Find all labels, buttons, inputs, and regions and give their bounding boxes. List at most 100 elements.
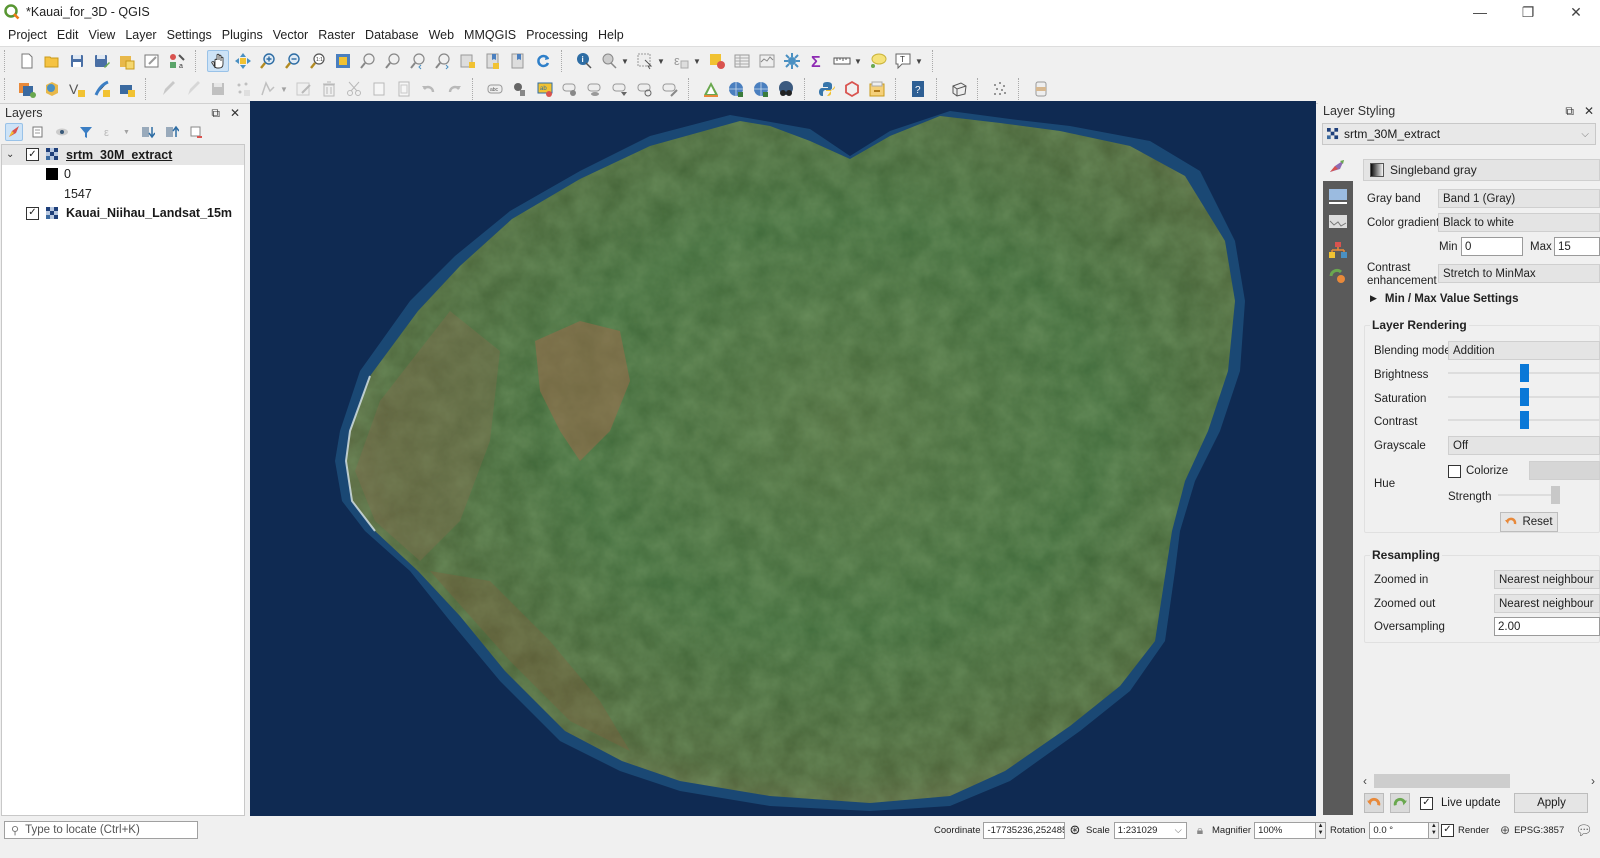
cut-features-icon[interactable] (343, 78, 365, 100)
python-console-icon[interactable] (816, 78, 838, 100)
colorize-checkbox[interactable] (1448, 465, 1461, 478)
zoomed-in-combo[interactable]: Nearest neighbour (1494, 570, 1600, 589)
new-print-layout-icon[interactable] (116, 50, 138, 72)
plugin-tool-icon[interactable] (1030, 78, 1052, 100)
menu-mmqgis[interactable]: MMQGIS (459, 28, 521, 42)
apply-button[interactable]: Apply (1514, 793, 1589, 813)
show-hide-labels-icon[interactable] (609, 78, 631, 100)
layer-labeling-icon[interactable] (509, 78, 531, 100)
toolbar-handle[interactable] (4, 78, 10, 100)
float-panel-icon[interactable]: ⧉ (211, 106, 220, 121)
zoom-native-icon[interactable]: 1:1 (307, 50, 329, 72)
run-action-dropdown-icon[interactable]: ▼ (621, 57, 629, 66)
zoom-to-layer-icon[interactable] (382, 50, 404, 72)
move-label-icon[interactable] (634, 78, 656, 100)
pan-to-selection-icon[interactable] (232, 50, 254, 72)
menu-project[interactable]: Project (3, 28, 52, 42)
manage-visibility-icon[interactable] (53, 123, 71, 141)
deselect-icon[interactable] (706, 50, 728, 72)
new-spatialite-layer-icon[interactable] (91, 78, 113, 100)
new-project-icon[interactable] (16, 50, 38, 72)
modify-attributes-icon[interactable] (293, 78, 315, 100)
map-tips-icon[interactable] (867, 50, 889, 72)
menu-edit[interactable]: Edit (52, 28, 84, 42)
georeferencer-icon[interactable] (700, 78, 722, 100)
oversampling-input[interactable]: 2.00 (1494, 617, 1600, 636)
undo-icon[interactable] (418, 78, 440, 100)
highlight-pinned-icon[interactable] (559, 78, 581, 100)
tab-histogram[interactable] (1327, 211, 1349, 233)
toggle-editing-icon[interactable] (182, 78, 204, 100)
show-bookmarks-icon[interactable] (507, 50, 529, 72)
layer-visibility-checkbox[interactable]: ✓ (26, 206, 39, 220)
minimize-button[interactable]: — (1456, 0, 1504, 24)
redo-style-button[interactable] (1390, 793, 1410, 813)
color-gradient-combo[interactable]: Black to white (1438, 213, 1600, 232)
max-input[interactable]: 15 (1554, 237, 1600, 256)
select-features-icon[interactable] (634, 50, 656, 72)
messages-button[interactable]: 💬︎ (1575, 821, 1593, 839)
strength-slider-handle[interactable] (1551, 486, 1560, 504)
menu-database[interactable]: Database (360, 28, 424, 42)
rotate-label-icon[interactable] (659, 78, 681, 100)
map-canvas[interactable] (250, 101, 1316, 816)
zoom-to-selection-icon[interactable] (357, 50, 379, 72)
new-shapefile-layer-icon[interactable]: V (66, 78, 88, 100)
zoom-next-icon[interactable] (432, 50, 454, 72)
float-panel-icon[interactable]: ⧉ (1565, 104, 1574, 119)
menu-plugins[interactable]: Plugins (217, 28, 268, 42)
toolbar-handle[interactable] (4, 50, 10, 72)
undo-style-button[interactable] (1364, 793, 1384, 813)
menu-layer[interactable]: Layer (120, 28, 161, 42)
expand-all-icon[interactable] (139, 123, 157, 141)
live-update-checkbox[interactable]: ✓ (1420, 796, 1433, 810)
processing-toolbox-icon[interactable] (781, 50, 803, 72)
label-toolbar-icon[interactable]: abc (484, 78, 506, 100)
text-annotation-icon[interactable]: T (892, 50, 914, 72)
saturation-slider-handle[interactable] (1519, 388, 1529, 406)
gray-band-combo[interactable]: Band 1 (Gray) (1438, 189, 1600, 208)
close-button[interactable]: ✕ (1552, 0, 1600, 24)
layout-manager-icon[interactable] (141, 50, 163, 72)
minmax-settings-toggle[interactable]: ▶ Min / Max Value Settings (1370, 293, 1518, 305)
refresh-icon[interactable] (532, 50, 554, 72)
render-checkbox[interactable]: ✓ (1441, 823, 1454, 837)
menu-raster[interactable]: Raster (313, 28, 360, 42)
contrast-slider-handle[interactable] (1519, 411, 1529, 429)
run-action-icon[interactable] (598, 50, 620, 72)
colorize-color-button[interactable] (1529, 461, 1600, 480)
grayscale-combo[interactable]: Off (1448, 436, 1600, 455)
measure-dropdown-icon[interactable]: ▼ (854, 57, 862, 66)
renderer-type-combo[interactable]: Singleband gray (1363, 159, 1600, 181)
scroll-right-icon[interactable]: › (1586, 774, 1600, 788)
menu-view[interactable]: View (83, 28, 120, 42)
delete-selected-icon[interactable] (318, 78, 340, 100)
digitize-icon[interactable] (232, 78, 254, 100)
contrast-slider[interactable] (1448, 411, 1600, 429)
redo-icon[interactable] (443, 78, 465, 100)
magnifier-spinner[interactable]: ▲ ▼ (1316, 821, 1327, 839)
menu-settings[interactable]: Settings (162, 28, 217, 42)
remove-layer-icon[interactable] (187, 123, 205, 141)
zoom-in-icon[interactable] (257, 50, 279, 72)
identify-icon[interactable]: i (573, 50, 595, 72)
shape-tool-icon[interactable] (841, 78, 863, 100)
layer-item-landsat[interactable]: ✓ Kauai_Niihau_Landsat_15m (2, 204, 244, 224)
brightness-slider-handle[interactable] (1519, 364, 1529, 382)
menu-processing[interactable]: Processing (521, 28, 593, 42)
blending-mode-combo[interactable]: Addition (1448, 341, 1600, 360)
rotation-spinner[interactable]: ▲ ▼ (1429, 821, 1440, 839)
select-by-expression-dropdown-icon[interactable]: ▼ (693, 57, 701, 66)
measure-icon[interactable] (831, 50, 853, 72)
restore-button[interactable]: ❐ (1504, 0, 1552, 24)
save-as-icon[interactable] (91, 50, 113, 72)
crs-widget[interactable]: ⊕ EPSG:3857 (1500, 821, 1564, 839)
open-styling-icon[interactable] (4, 123, 23, 141)
locator-search-input[interactable]: ⚲ Type to locate (Ctrl+K) (4, 821, 198, 839)
annotation-dropdown-icon[interactable]: ▼ (915, 57, 923, 66)
scale-combo[interactable]: 1:231029 ⌵ (1113, 821, 1187, 839)
save-project-icon[interactable] (66, 50, 88, 72)
add-group-icon[interactable] (29, 123, 47, 141)
paste-features-icon[interactable] (393, 78, 415, 100)
current-edits-icon[interactable] (157, 78, 179, 100)
